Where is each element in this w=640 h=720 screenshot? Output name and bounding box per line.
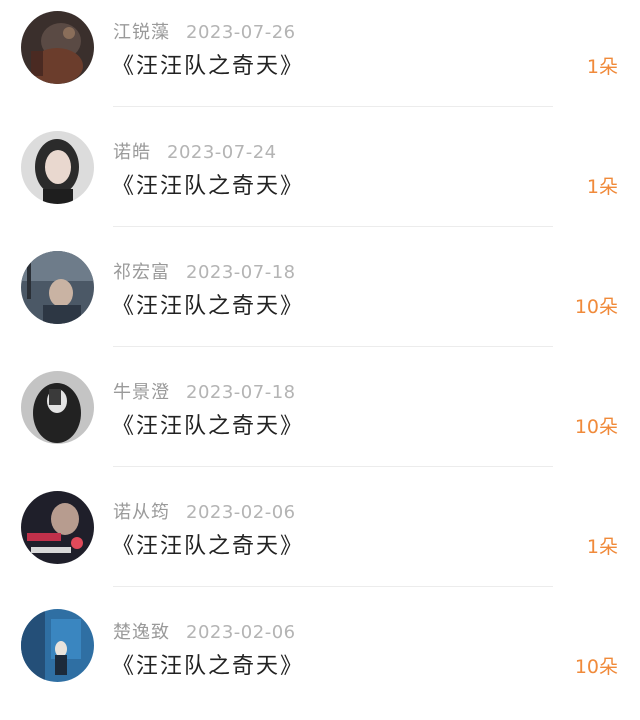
list-item[interactable]: 牛景澄 2023-07-18 《汪汪队之奇天》 10朵 — [0, 360, 640, 480]
sender-name: 诺皓 — [113, 142, 151, 163]
divider — [113, 346, 553, 347]
flower-count: 1朵 — [586, 56, 618, 78]
gift-date: 2023-07-18 — [186, 262, 296, 283]
flower-count: 1朵 — [586, 536, 618, 558]
gift-date: 2023-07-18 — [186, 382, 296, 403]
sender-name: 江锐藻 — [113, 22, 170, 43]
meta-line: 牛景澄 2023-07-18 — [113, 378, 296, 404]
list-item[interactable]: 楚逸致 2023-02-06 《汪汪队之奇天》 10朵 — [0, 600, 640, 720]
sender-name: 祁宏富 — [113, 262, 170, 283]
avatar[interactable] — [21, 491, 94, 564]
avatar[interactable] — [21, 11, 94, 84]
list-item[interactable]: 诺皓 2023-07-24 《汪汪队之奇天》 1朵 — [0, 120, 640, 240]
book-title: 《汪汪队之奇天》 — [112, 174, 305, 199]
list-item[interactable]: 诺从筠 2023-02-06 《汪汪队之奇天》 1朵 — [0, 480, 640, 600]
list-item[interactable]: 祁宏富 2023-07-18 《汪汪队之奇天》 10朵 — [0, 240, 640, 360]
flower-count: 10朵 — [574, 656, 618, 678]
meta-line: 楚逸致 2023-02-06 — [113, 618, 296, 644]
book-title: 《汪汪队之奇天》 — [112, 414, 305, 439]
divider — [113, 106, 553, 107]
sender-name: 牛景澄 — [113, 382, 170, 403]
divider — [113, 586, 553, 587]
sender-name: 诺从筠 — [113, 502, 170, 523]
book-title: 《汪汪队之奇天》 — [112, 294, 305, 319]
flower-count: 10朵 — [574, 416, 618, 438]
avatar[interactable] — [21, 371, 94, 444]
meta-line: 诺从筠 2023-02-06 — [113, 498, 296, 524]
divider — [113, 466, 553, 467]
avatar[interactable] — [21, 131, 94, 204]
sender-name: 楚逸致 — [113, 622, 170, 643]
book-title: 《汪汪队之奇天》 — [112, 54, 305, 79]
book-title: 《汪汪队之奇天》 — [112, 534, 305, 559]
list-item[interactable]: 江锐藻 2023-07-26 《汪汪队之奇天》 1朵 — [0, 0, 640, 120]
gift-date: 2023-02-06 — [186, 622, 296, 643]
divider — [113, 226, 553, 227]
gift-date: 2023-07-26 — [186, 22, 296, 43]
meta-line: 诺皓 2023-07-24 — [113, 138, 277, 164]
meta-line: 江锐藻 2023-07-26 — [113, 18, 296, 44]
gift-date: 2023-02-06 — [186, 502, 296, 523]
gift-date: 2023-07-24 — [167, 142, 277, 163]
flower-count: 10朵 — [574, 296, 618, 318]
meta-line: 祁宏富 2023-07-18 — [113, 258, 296, 284]
flower-count: 1朵 — [586, 176, 618, 198]
book-title: 《汪汪队之奇天》 — [112, 654, 305, 679]
avatar[interactable] — [21, 609, 94, 682]
gift-record-list: 江锐藻 2023-07-26 《汪汪队之奇天》 1朵 诺皓 2023-07-24 《… — [0, 0, 640, 689]
avatar[interactable] — [21, 251, 94, 324]
